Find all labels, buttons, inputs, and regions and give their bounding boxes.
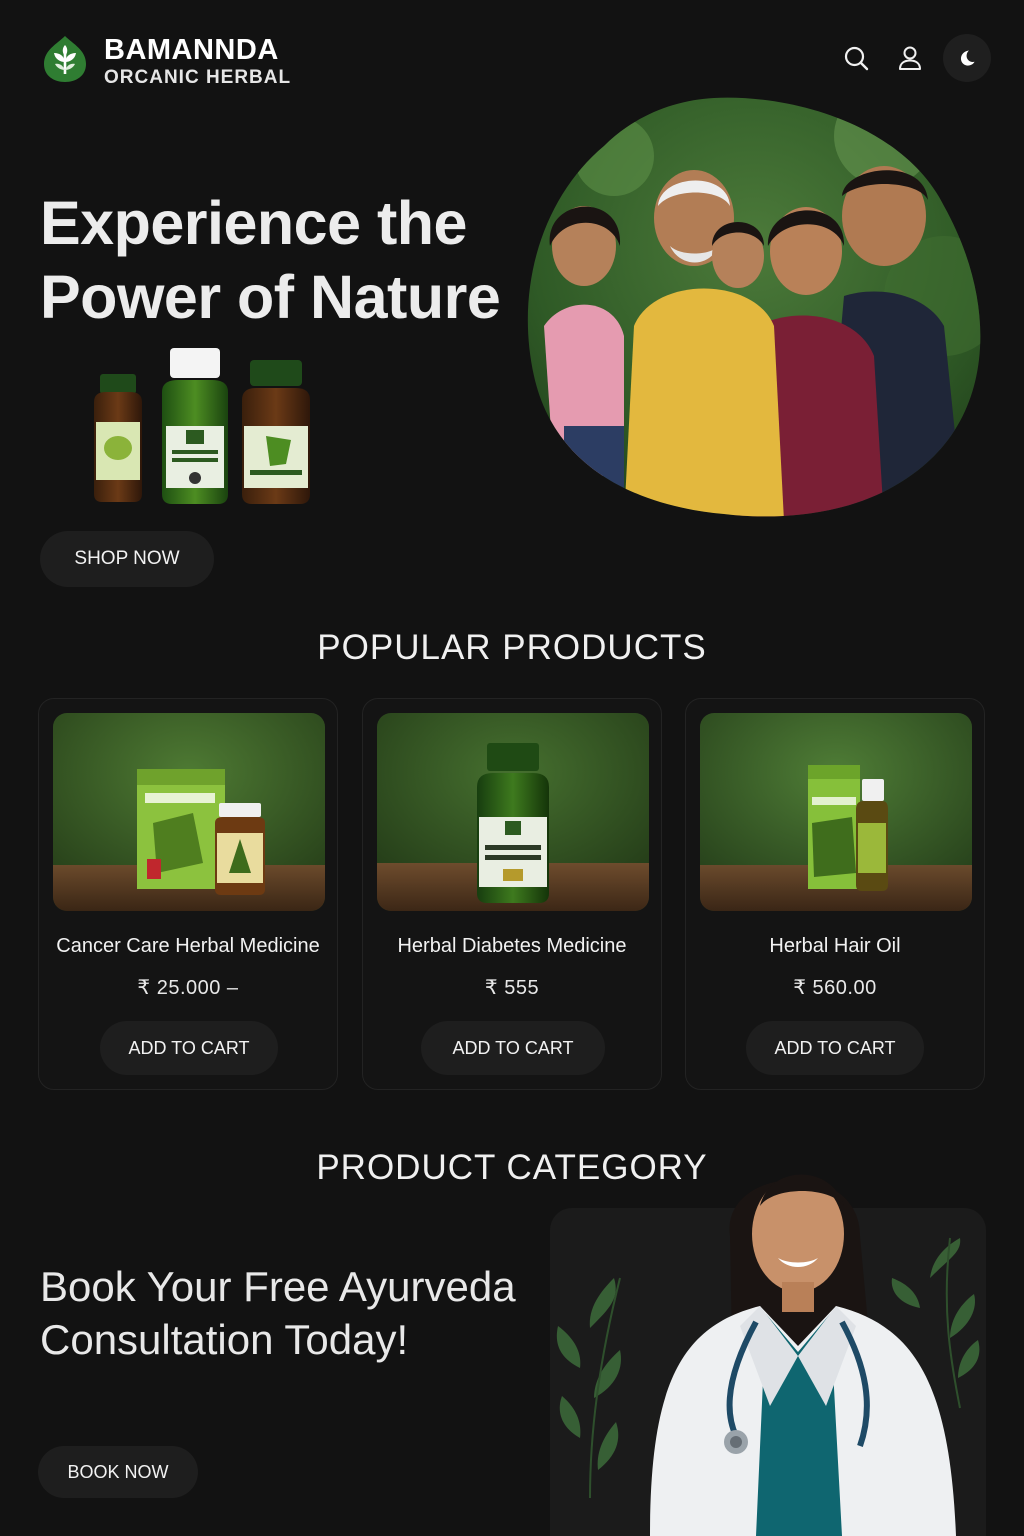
product-name[interactable]: Herbal Diabetes Medicine bbox=[363, 935, 661, 958]
brand-wordmark[interactable]: BAMANNDA ORCANIC HERBAL bbox=[104, 34, 292, 88]
popular-products-title: POPULAR PRODUCTS bbox=[317, 628, 707, 667]
add-to-cart-button[interactable]: ADD TO CART bbox=[421, 1021, 605, 1075]
product-card[interactable]: Cancer Care Herbal Medicine ₹ 25.000 – A… bbox=[38, 698, 338, 1090]
product-image bbox=[700, 713, 972, 911]
brand-logo-icon[interactable] bbox=[40, 34, 90, 84]
doctor-image bbox=[560, 1146, 990, 1536]
hero-family-image bbox=[524, 96, 984, 521]
hero-title: Experience the Power of Nature bbox=[40, 189, 501, 331]
hero-product-bottles bbox=[86, 344, 326, 514]
product-price: ₹ 25.000 – bbox=[137, 977, 239, 999]
product-image bbox=[53, 713, 325, 911]
user-icon[interactable] bbox=[897, 45, 923, 71]
theme-toggle-button[interactable] bbox=[943, 34, 991, 82]
product-image bbox=[377, 713, 649, 911]
brand-name: BAMANNDA bbox=[104, 34, 279, 66]
shop-now-button[interactable]: SHOP NOW bbox=[40, 531, 214, 587]
product-card[interactable]: Herbal Hair Oil ₹ 560.00 ADD TO CART bbox=[685, 698, 985, 1090]
brand-subtitle: ORCANIC HERBAL bbox=[104, 67, 292, 88]
product-price: ₹ 555 bbox=[484, 977, 540, 999]
product-name[interactable]: Herbal Hair Oil bbox=[686, 935, 984, 958]
add-to-cart-button[interactable]: ADD TO CART bbox=[746, 1021, 924, 1075]
product-card[interactable]: Herbal Diabetes Medicine ₹ 555 ADD TO CA… bbox=[362, 698, 662, 1090]
product-name[interactable]: Cancer Care Herbal Medicine bbox=[39, 935, 337, 958]
search-icon[interactable] bbox=[843, 45, 869, 71]
add-to-cart-button[interactable]: ADD TO CART bbox=[100, 1021, 278, 1075]
moon-icon bbox=[960, 50, 975, 66]
product-price: ₹ 560.00 bbox=[793, 977, 877, 999]
consultation-title: Book Your Free Ayurveda Consultation Tod… bbox=[40, 1263, 516, 1363]
book-now-button[interactable]: BOOK NOW bbox=[38, 1446, 198, 1498]
